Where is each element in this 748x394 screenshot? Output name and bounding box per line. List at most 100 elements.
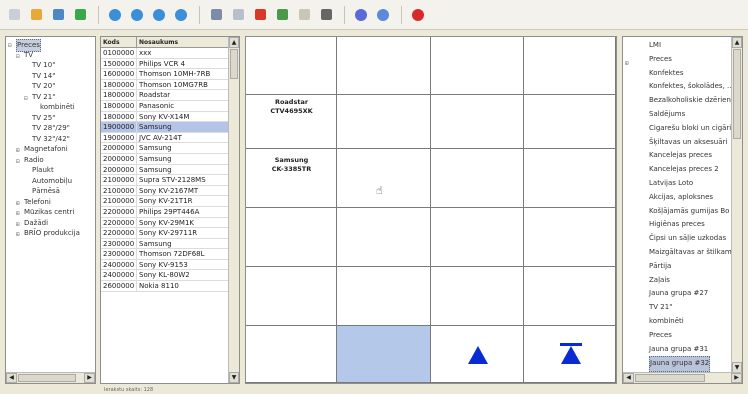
grid-cell[interactable]: [431, 267, 524, 326]
scroll-thumb[interactable]: [733, 49, 741, 139]
grid-cell[interactable]: [524, 208, 616, 267]
table-row[interactable]: 2300000 Thomson 72DF68L: [101, 249, 230, 260]
info-button[interactable]: [353, 7, 369, 23]
horizontal-scrollbar[interactable]: ◀ ▶: [6, 372, 95, 383]
grid-cell[interactable]: [524, 95, 616, 149]
tree-item[interactable]: Bezalkoholiskie dzērieni: [625, 94, 733, 108]
scroll-right-arrow-icon[interactable]: ▶: [731, 373, 742, 383]
tree-item[interactable]: TV 28"/29": [8, 123, 94, 134]
horizontal-scrollbar[interactable]: ◀ ▶: [623, 372, 742, 383]
tree-item[interactable]: ⊞ Magnetafoni: [8, 144, 94, 155]
grid-cell[interactable]: [246, 267, 337, 326]
table-row[interactable]: 1500000 Philips VCR 4: [101, 58, 230, 70]
tree-item[interactable]: ⊞ Preces: [625, 53, 731, 67]
table-row[interactable]: 2200000 Sony KV-29711R: [101, 228, 230, 239]
tree-item[interactable]: Saldējums: [625, 108, 731, 122]
tree-item[interactable]: kombinēti: [8, 102, 94, 113]
tree-item[interactable]: Kancelejas preces: [625, 149, 731, 163]
tree-item[interactable]: ⊟ Preces: [8, 39, 94, 52]
tree-item[interactable]: Čipsi un sāļie uzkodas: [625, 232, 731, 246]
column-header-code[interactable]: Kods: [101, 37, 137, 47]
tree-item[interactable]: kombinēti: [625, 315, 731, 329]
grid-cell[interactable]: [246, 326, 337, 383]
triangle-up-with-bar-icon[interactable]: [561, 346, 581, 364]
tree-item[interactable]: Jauna grupa #27: [625, 287, 731, 301]
vertical-scrollbar[interactable]: ▲ ▼: [731, 37, 742, 373]
vertical-scrollbar[interactable]: ▲ ▼: [228, 37, 239, 383]
tree-item[interactable]: Cigarešu bloki un cigāri: [625, 122, 731, 136]
scroll-down-arrow-icon[interactable]: ▼: [229, 372, 239, 383]
table-row[interactable]: 2000000 Samsung: [101, 153, 230, 165]
tree-item[interactable]: Kancelejas preces 2: [625, 163, 731, 177]
table-row[interactable]: 2300000 Samsung: [101, 238, 230, 250]
tree-item[interactable]: TV 14": [8, 71, 94, 82]
open-folder-button[interactable]: [28, 7, 44, 23]
tree-item[interactable]: TV 21": [625, 301, 731, 315]
table-row[interactable]: 1900000 Samsung: [101, 122, 230, 133]
table-row[interactable]: 1600000 Thomson 10MH-7RB: [101, 69, 230, 80]
tree-item[interactable]: Maizgāltavas ar štilkami: [625, 246, 734, 260]
grid-cell[interactable]: [337, 326, 431, 383]
grid-cell[interactable]: [246, 208, 337, 267]
table-row[interactable]: 1800000 Panasonic: [101, 100, 230, 112]
column-header-name[interactable]: Nosaukums: [137, 37, 230, 47]
globe-button[interactable]: [129, 7, 145, 23]
table-row[interactable]: 2400000 Sony KV-9153: [101, 259, 230, 271]
table-row[interactable]: 2200000 Sony KV-29M1K: [101, 217, 230, 229]
columns-button[interactable]: [318, 7, 334, 23]
globe-button[interactable]: [151, 7, 167, 23]
table-row[interactable]: 2200000 Philips 29PT446A: [101, 206, 230, 218]
globe-button[interactable]: [173, 7, 189, 23]
scroll-left-arrow-icon[interactable]: ◀: [623, 373, 634, 383]
table-row[interactable]: 1800000 Thomson 10MG7RB: [101, 79, 230, 91]
tree-item[interactable]: ⊞ Telefoni: [8, 197, 94, 208]
scroll-thumb[interactable]: [230, 49, 238, 79]
tree-item[interactable]: Konfektes: [625, 67, 731, 81]
table-row[interactable]: 2100000 Supra STV-2128MS: [101, 175, 230, 186]
grid-cell[interactable]: [431, 208, 524, 267]
globe-button[interactable]: [107, 7, 123, 23]
table-row[interactable]: 2100000 Sony KV-21T1R: [101, 196, 230, 207]
grid-cell[interactable]: [431, 95, 524, 149]
scroll-left-arrow-icon[interactable]: ◀: [6, 373, 17, 383]
table-row[interactable]: 0100000 xxx: [101, 48, 230, 59]
grid-cell[interactable]: [337, 208, 431, 267]
tree-item[interactable]: Šķiltavas un aksesuāri: [625, 136, 731, 150]
refresh-button[interactable]: [72, 7, 88, 23]
tree-item[interactable]: ⊟ Radio: [8, 155, 94, 166]
tree-item[interactable]: TV 10": [8, 60, 94, 71]
grid-cell[interactable]: [524, 149, 616, 208]
tree-item[interactable]: Automobiļu: [8, 176, 94, 187]
table-row[interactable]: 2400000 Sony KL-80W2: [101, 270, 230, 282]
grid-cell[interactable]: [337, 267, 431, 326]
table-row[interactable]: 1900000 JVC AV-214T: [101, 132, 230, 144]
grid-cell[interactable]: [337, 37, 431, 95]
scroll-up-arrow-icon[interactable]: ▲: [229, 37, 239, 48]
filter-button[interactable]: [296, 7, 312, 23]
table-row[interactable]: 1800000 Roadstar: [101, 90, 230, 101]
tree-item[interactable]: Jauna grupa #32: [625, 356, 731, 373]
tree-item[interactable]: ⊞ BRĪO produkcija: [8, 228, 94, 239]
table-row[interactable]: 2600000 Nokia 8110: [101, 281, 230, 292]
grid-cell[interactable]: [431, 149, 524, 208]
grid-cell[interactable]: [431, 37, 524, 95]
stop-button[interactable]: [410, 7, 426, 23]
tree-item[interactable]: ⊟ TV 21": [8, 92, 94, 103]
help-button[interactable]: [375, 7, 391, 23]
grid-cell[interactable]: [524, 267, 616, 326]
monitor-button[interactable]: [208, 7, 224, 23]
tree-item[interactable]: Zaļais: [625, 274, 731, 288]
tree-item[interactable]: TV 32"/42": [8, 134, 94, 145]
tree-item[interactable]: Akcijas, aploksnes: [625, 191, 731, 205]
tree-item[interactable]: Preces: [625, 329, 731, 343]
save-button[interactable]: [50, 7, 66, 23]
grid-cell[interactable]: [246, 37, 337, 95]
scroll-thumb[interactable]: [18, 374, 76, 382]
tree-item[interactable]: TV 25": [8, 113, 94, 124]
table-row[interactable]: 2100000 Sony KV-2167MT: [101, 185, 230, 197]
tree-item[interactable]: Jauna grupa #31: [625, 343, 731, 357]
scroll-up-arrow-icon[interactable]: ▲: [732, 37, 742, 48]
scroll-right-arrow-icon[interactable]: ▶: [84, 373, 95, 383]
tree-item[interactable]: Košļājamās gumijas Bo: [625, 205, 731, 219]
table-row[interactable]: 1800000 Sony KV-X14M: [101, 111, 230, 123]
